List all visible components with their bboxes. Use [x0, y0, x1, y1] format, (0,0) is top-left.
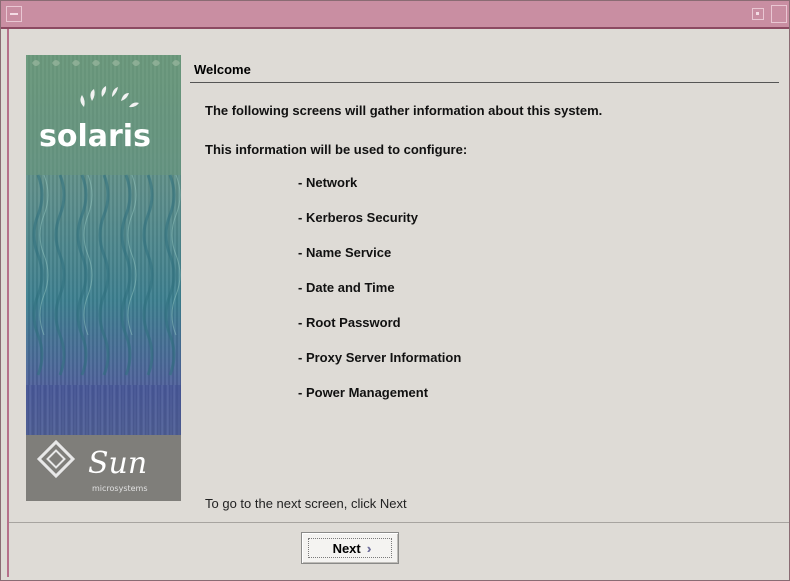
maximize-icon[interactable]	[771, 5, 787, 23]
window-menu-icon[interactable]	[6, 6, 22, 22]
next-button-focus-ring: Next ››	[308, 538, 392, 558]
solaris-banner: solaris Sun microsystems	[26, 55, 181, 501]
intro-text: The following screens will gather inform…	[205, 103, 603, 118]
footer-divider	[9, 522, 789, 523]
list-item: Root Password	[298, 315, 461, 350]
double-chevron-right-icon: ››	[366, 540, 370, 556]
sun-logo-subtext: microsystems	[92, 484, 148, 493]
next-hint-text: To go to the next screen, click Next	[205, 496, 407, 511]
configure-intro-text: This information will be used to configu…	[205, 142, 468, 157]
installer-window: solaris Sun microsystems Welcome The fol…	[0, 0, 790, 581]
next-button-label: Next	[332, 540, 361, 556]
list-item: Proxy Server Information	[298, 350, 461, 385]
list-item: Power Management	[298, 385, 461, 420]
configuration-list: Network Kerberos Security Name Service D…	[298, 175, 461, 420]
next-button[interactable]: Next ››	[301, 532, 399, 564]
sun-logo-text: Sun	[88, 446, 147, 481]
minimize-icon[interactable]	[752, 8, 764, 20]
page-title: Welcome	[194, 62, 251, 77]
sun-microsystems-logo: Sun microsystems	[36, 439, 148, 493]
heading-row: Welcome	[190, 60, 779, 83]
list-item: Network	[298, 175, 461, 210]
list-item: Name Service	[298, 245, 461, 280]
solaris-logo: solaris	[39, 119, 151, 154]
list-item: Kerberos Security	[298, 210, 461, 245]
list-item: Date and Time	[298, 280, 461, 315]
title-bar[interactable]	[1, 1, 789, 29]
sun-logo-area: Sun microsystems	[26, 435, 181, 501]
window-left-border	[7, 29, 9, 577]
